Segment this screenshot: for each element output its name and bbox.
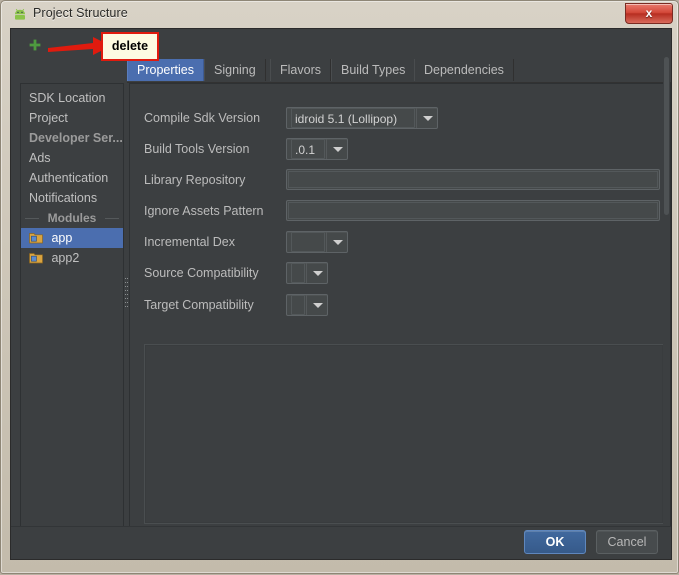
build-tools-version-combo[interactable]: .0.1 — [286, 138, 348, 160]
dialog-button-bar: OK Cancel — [11, 526, 671, 559]
source-compatibility-value — [291, 263, 305, 283]
sidebar-group-developer-services[interactable]: Developer Ser... — [21, 128, 123, 148]
row-library-repository: Library Repository — [130, 168, 670, 192]
incremental-dex-value — [291, 232, 325, 252]
tab-dependencies[interactable]: Dependencies — [414, 59, 514, 81]
row-ignore-assets-pattern: Ignore Assets Pattern — [130, 199, 670, 223]
target-compatibility-value — [291, 295, 305, 315]
label-source-compatibility: Source Compatibility — [144, 266, 259, 280]
chevron-down-icon[interactable] — [326, 139, 347, 159]
sidebar-item-ads[interactable]: Ads — [21, 148, 123, 168]
library-repository-input[interactable] — [286, 169, 660, 190]
tabstrip: Properties Signing Flavors Build Types D… — [127, 59, 671, 83]
sidebar-item-project[interactable]: Project — [21, 108, 123, 128]
compile-sdk-version-combo[interactable]: idroid 5.1 (Lollipop) — [286, 107, 438, 129]
sidebar-item-label: app2 — [51, 251, 80, 265]
row-source-compatibility: Source Compatibility — [130, 261, 670, 285]
label-ignore-assets-pattern: Ignore Assets Pattern — [144, 204, 264, 218]
build-tools-version-value: .0.1 — [291, 139, 325, 159]
ignore-assets-pattern-value — [288, 202, 658, 219]
sidebar-item-label: app — [51, 231, 73, 245]
chevron-down-icon[interactable] — [306, 295, 327, 315]
properties-form: Compile Sdk Version idroid 5.1 (Lollipop… — [129, 83, 671, 527]
row-compile-sdk-version: Compile Sdk Version idroid 5.1 (Lollipop… — [130, 106, 670, 130]
scrollbar-thumb[interactable] — [664, 57, 669, 215]
ignore-assets-pattern-input[interactable] — [286, 200, 660, 221]
sidebar-group-modules: Modules — [21, 208, 123, 228]
target-compatibility-combo[interactable] — [286, 294, 328, 316]
dialog-body: Properties Signing Flavors Build Types D… — [10, 28, 672, 560]
row-target-compatibility: Target Compatibility — [130, 293, 670, 317]
label-library-repository: Library Repository — [144, 173, 246, 187]
tab-properties[interactable]: Properties — [127, 59, 204, 81]
library-repository-value — [288, 171, 658, 188]
label-compile-sdk-version: Compile Sdk Version — [144, 111, 261, 125]
chevron-down-icon[interactable] — [326, 232, 347, 252]
chevron-down-icon[interactable] — [306, 263, 327, 283]
module-icon — [29, 250, 43, 264]
source-compatibility-combo[interactable] — [286, 262, 328, 284]
tab-build-types[interactable]: Build Types — [331, 59, 416, 81]
sidebar-item-app2[interactable]: app2 — [21, 248, 123, 268]
window-titlebar: Project Structure x — [2, 2, 679, 27]
compile-sdk-version-value: idroid 5.1 (Lollipop) — [291, 108, 415, 128]
sidebar-group-label: Modules — [47, 211, 97, 225]
vertical-scrollbar[interactable] — [663, 57, 670, 525]
cancel-button[interactable]: Cancel — [596, 530, 658, 554]
label-build-tools-version: Build Tools Version — [144, 142, 250, 156]
tab-flavors[interactable]: Flavors — [270, 59, 331, 81]
sidebar-item-label: SDK Location — [29, 91, 106, 105]
plus-icon[interactable] — [27, 37, 43, 53]
sidebar-item-label: Ads — [29, 151, 51, 165]
detail-panel — [144, 344, 664, 524]
sidebar-item-notifications[interactable]: Notifications — [21, 188, 123, 208]
window-title: Project Structure — [33, 6, 128, 20]
incremental-dex-combo[interactable] — [286, 231, 348, 253]
sidebar-item-authentication[interactable]: Authentication — [21, 168, 123, 188]
close-button[interactable]: x — [625, 3, 673, 24]
sidebar-item-label: Authentication — [29, 171, 109, 185]
dialog-toolbar — [11, 29, 671, 59]
sidebar-item-sdk-location[interactable]: SDK Location — [21, 88, 123, 108]
sidebar-item-label: Notifications — [29, 191, 98, 205]
chevron-down-icon[interactable] — [416, 108, 437, 128]
tab-signing[interactable]: Signing — [204, 59, 266, 81]
sidebar-item-app[interactable]: app — [21, 228, 123, 248]
sidebar-item-label: Project — [29, 111, 68, 125]
row-incremental-dex: Incremental Dex — [130, 230, 670, 254]
ok-button[interactable]: OK — [524, 530, 586, 554]
label-target-compatibility: Target Compatibility — [144, 298, 254, 312]
label-incremental-dex: Incremental Dex — [144, 235, 236, 249]
module-icon — [29, 230, 43, 244]
sidebar-item-label: Developer Ser... — [29, 131, 123, 145]
android-studio-icon — [12, 7, 28, 23]
sidebar: SDK Location Project Developer Ser... Ad… — [20, 83, 124, 527]
row-build-tools-version: Build Tools Version .0.1 — [130, 137, 670, 161]
project-structure-window: Project Structure x Properties Signing F… — [0, 0, 679, 574]
